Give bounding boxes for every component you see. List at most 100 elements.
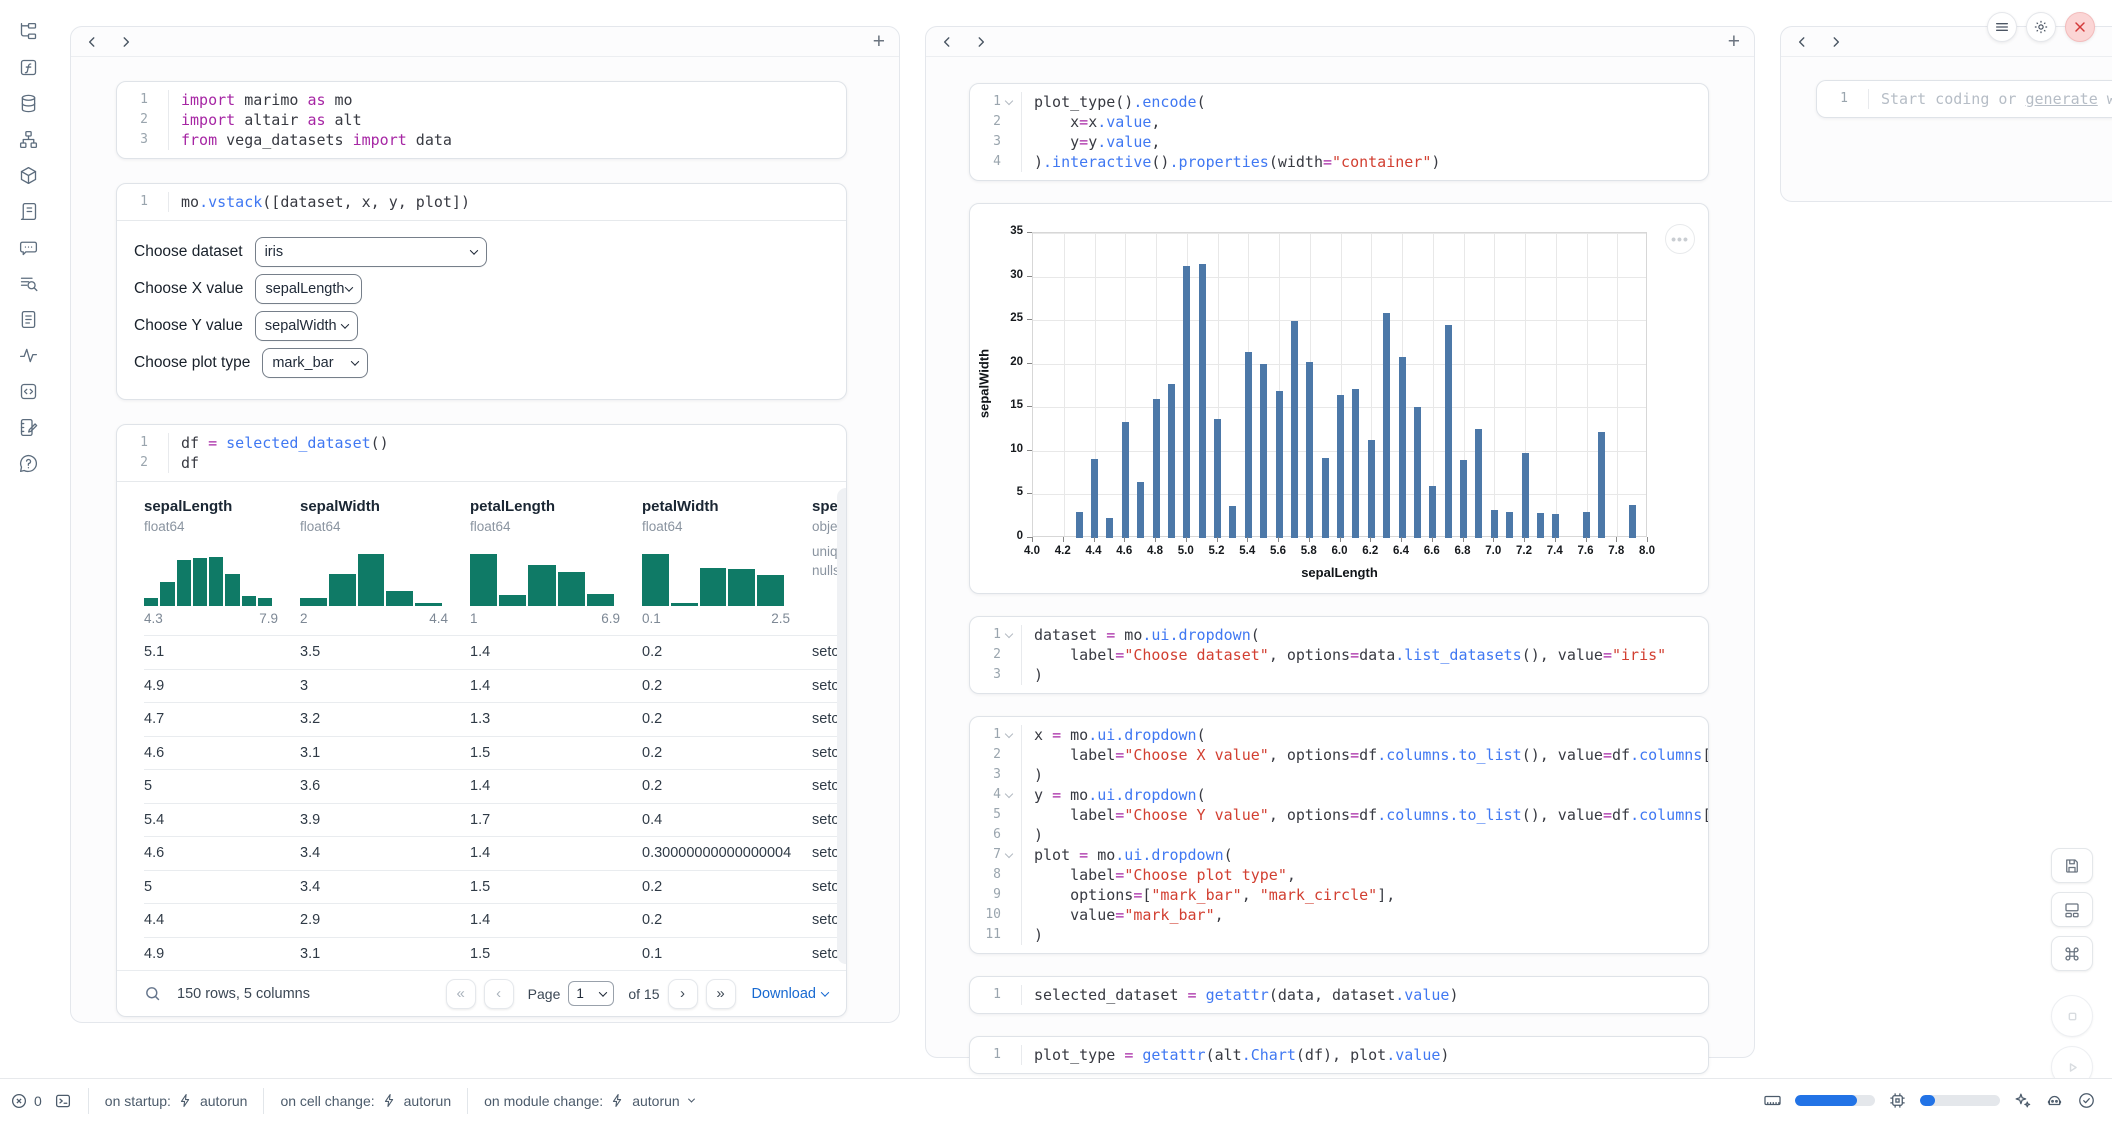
chart-bar[interactable] xyxy=(1537,513,1544,538)
generate-with-ai-link[interactable]: generate xyxy=(2026,90,2098,108)
code-line[interactable]: 5 label="Choose Y value", options=df.col… xyxy=(970,805,1708,825)
code-line[interactable]: 1selected_dataset = getattr(data, datase… xyxy=(970,985,1708,1005)
stop-button[interactable] xyxy=(2051,995,2093,1037)
column-left-next-icon[interactable] xyxy=(119,35,133,49)
table-row[interactable]: 4.63.41.40.30000000000000004setos xyxy=(144,836,840,870)
table-row[interactable]: 53.61.40.2setos xyxy=(144,769,840,803)
packages-icon[interactable] xyxy=(17,164,39,186)
page-select[interactable]: 1 xyxy=(568,981,614,1006)
last-page-button[interactable]: » xyxy=(706,979,736,1009)
fold-chevron-icon[interactable] xyxy=(1004,790,1014,800)
runtime-config-item[interactable]: on startup:autorun xyxy=(105,1093,248,1109)
datasources-icon[interactable] xyxy=(17,92,39,114)
chart-bar[interactable] xyxy=(1291,321,1298,538)
menu-button[interactable] xyxy=(1987,12,2017,42)
code-line[interactable]: 10 value="mark_bar", xyxy=(970,905,1708,925)
errors-indicator[interactable]: 0 xyxy=(10,1092,42,1110)
code-line[interactable]: 1dataset = mo.ui.dropdown( xyxy=(970,625,1708,645)
chart-bar[interactable] xyxy=(1091,459,1098,538)
chart-bar[interactable] xyxy=(1168,384,1175,538)
outline-icon[interactable] xyxy=(17,200,39,222)
chart-bar[interactable] xyxy=(1583,512,1590,538)
connection-status-button[interactable] xyxy=(2077,1091,2096,1110)
scratchpad-icon[interactable] xyxy=(17,416,39,438)
code-line[interactable]: 11) xyxy=(970,925,1708,945)
cpu-usage-icon[interactable] xyxy=(1888,1091,1907,1110)
chart-bar[interactable] xyxy=(1153,399,1160,538)
add-cell-button-left[interactable]: + xyxy=(873,31,885,52)
chart-bar[interactable] xyxy=(1598,432,1605,538)
code-line[interactable]: 3from vega_datasets import data xyxy=(117,130,846,150)
code-line[interactable]: 2 label="Choose X value", options=df.col… xyxy=(970,745,1708,765)
column-middle-next-icon[interactable] xyxy=(974,35,988,49)
table-column-header[interactable]: petalLengthfloat6416.9 xyxy=(470,496,642,626)
chart-bar[interactable] xyxy=(1245,352,1252,538)
terminal-button[interactable] xyxy=(54,1092,72,1110)
table-row[interactable]: 4.931.40.2setos xyxy=(144,669,840,703)
save-button[interactable] xyxy=(2051,848,2093,883)
logs-icon[interactable] xyxy=(17,272,39,294)
table-row[interactable]: 4.42.91.40.2setos xyxy=(144,903,840,937)
chart-bar[interactable] xyxy=(1214,419,1221,538)
code-line[interactable]: 3) xyxy=(970,665,1708,685)
table-row[interactable]: 4.93.11.50.1setos xyxy=(144,937,840,971)
code-line[interactable]: 9 options=["mark_bar", "mark_circle"], xyxy=(970,885,1708,905)
code-line[interactable]: 2import altair as alt xyxy=(117,110,846,130)
code-line[interactable]: 8 label="Choose plot type", xyxy=(970,865,1708,885)
chart-bar[interactable] xyxy=(1475,429,1482,538)
fold-chevron-icon[interactable] xyxy=(1004,730,1014,740)
snippets-icon[interactable] xyxy=(17,380,39,402)
chart-bar[interactable] xyxy=(1106,518,1113,538)
runtime-config-item[interactable]: on cell change:autorun xyxy=(280,1093,451,1109)
functions-icon[interactable] xyxy=(17,56,39,78)
fold-chevron-icon[interactable] xyxy=(1004,630,1014,640)
table-row[interactable]: 5.43.91.70.4setos xyxy=(144,803,840,837)
chart-bar[interactable] xyxy=(1429,486,1436,538)
code-cell-imports[interactable]: 1import marimo as mo2import altair as al… xyxy=(116,81,847,159)
copilot-button[interactable] xyxy=(2045,1091,2064,1110)
next-page-button[interactable]: › xyxy=(668,979,698,1009)
search-icon[interactable] xyxy=(144,985,161,1002)
layout-button[interactable] xyxy=(2051,892,2093,927)
chart-bar[interactable] xyxy=(1137,482,1144,538)
chart-bar[interactable] xyxy=(1122,422,1129,538)
table-column-header[interactable]: petalWidthfloat640.12.5 xyxy=(642,496,812,626)
table-row[interactable]: 53.41.50.2setos xyxy=(144,870,840,904)
chart-bar[interactable] xyxy=(1322,458,1329,538)
chart-bar[interactable] xyxy=(1445,325,1452,538)
column-middle-prev-icon[interactable] xyxy=(940,35,954,49)
dependency-graph-icon[interactable] xyxy=(17,128,39,150)
keyboard-shortcuts-button[interactable] xyxy=(2051,936,2093,971)
code-line[interactable]: 4y = mo.ui.dropdown( xyxy=(970,785,1708,805)
chart-bar[interactable] xyxy=(1352,389,1359,538)
chart-bar[interactable] xyxy=(1552,514,1559,538)
table-column-header[interactable]: speciobjecuniqunulls: xyxy=(812,496,840,626)
settings-button[interactable] xyxy=(2026,12,2056,42)
code-line[interactable]: 4).interactive().properties(width="conta… xyxy=(970,152,1708,172)
code-line[interactable]: 1import marimo as mo xyxy=(117,90,846,110)
table-scrollbar[interactable] xyxy=(837,488,847,964)
fold-chevron-icon[interactable] xyxy=(1004,850,1014,860)
code-cell-plot[interactable]: 1plot_type().encode(2 x=x.value,3 y=y.va… xyxy=(969,83,1709,181)
code-cell-dataframe[interactable]: 1df = selected_dataset()2df sepalLengthf… xyxy=(116,424,847,1017)
code-line[interactable]: 1mo.vstack([dataset, x, y, plot]) xyxy=(117,192,846,212)
empty-code-cell[interactable]: 1 Start coding or generate with xyxy=(1816,80,2112,118)
ai-sparkles-button[interactable] xyxy=(2013,1091,2032,1110)
chart-bar[interactable] xyxy=(1506,512,1513,538)
chart-bar[interactable] xyxy=(1183,266,1190,538)
table-row[interactable]: 4.63.11.50.2setos xyxy=(144,736,840,770)
chart-bar[interactable] xyxy=(1260,364,1267,538)
chart-bar[interactable] xyxy=(1337,395,1344,538)
chart-bar[interactable] xyxy=(1368,440,1375,538)
code-line[interactable]: 1df = selected_dataset() xyxy=(117,433,846,453)
chart-bar[interactable] xyxy=(1460,460,1467,538)
code-line[interactable]: 1plot_type = getattr(alt.Chart(df), plot… xyxy=(970,1045,1708,1065)
table-column-header[interactable]: sepalWidthfloat6424.4 xyxy=(300,496,470,626)
chart-bar[interactable] xyxy=(1414,407,1421,538)
chart-bar[interactable] xyxy=(1399,357,1406,538)
chart-bar[interactable] xyxy=(1522,453,1529,538)
code-line[interactable]: 2 x=x.value, xyxy=(970,112,1708,132)
chart-plot-area[interactable] xyxy=(1032,232,1647,537)
chart-bar[interactable] xyxy=(1276,391,1283,538)
dropdown-select[interactable]: sepalWidth xyxy=(255,311,358,341)
